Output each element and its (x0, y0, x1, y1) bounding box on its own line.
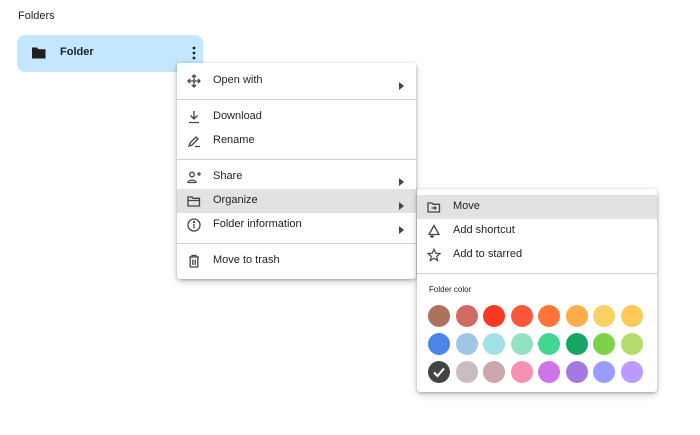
menu-divider (177, 159, 416, 160)
more-vert-icon[interactable] (191, 45, 197, 61)
menu-item-label: Rename (213, 134, 255, 146)
color-swatch[interactable] (593, 361, 615, 383)
menu-item-rename[interactable]: Rename (177, 129, 416, 153)
color-swatch[interactable] (428, 305, 450, 327)
color-swatch[interactable] (455, 333, 478, 355)
info-icon (187, 218, 201, 232)
menu-item-label: Share (213, 170, 243, 182)
folders-heading: Folders (18, 10, 55, 22)
color-swatch[interactable] (428, 361, 450, 383)
color-swatch[interactable] (538, 333, 560, 355)
menu-item-organize[interactable]: Organize (177, 189, 416, 213)
menu-item-download[interactable]: Download (177, 105, 416, 129)
folder-open-icon (187, 194, 201, 208)
color-swatch[interactable] (455, 361, 478, 383)
menu-item-folder-information[interactable]: Folder information (177, 213, 416, 237)
share-icon (187, 170, 201, 184)
chevron-right-icon (399, 173, 404, 186)
color-swatch[interactable] (510, 333, 533, 355)
trash-icon (187, 254, 201, 268)
color-swatch[interactable] (483, 333, 505, 355)
folder-icon (31, 46, 47, 60)
menu-item-label: Organize (213, 194, 258, 206)
menu-item-add-shortcut[interactable]: Add shortcut (417, 219, 657, 243)
menu-item-open-with[interactable]: Open with (177, 69, 416, 93)
menu-divider (417, 273, 657, 274)
chevron-right-icon (399, 197, 404, 210)
move-icon (427, 200, 441, 214)
menu-item-label: Move to trash (213, 254, 280, 266)
chevron-right-icon (399, 77, 404, 90)
folder-name: Folder (60, 46, 94, 58)
color-swatch[interactable] (538, 361, 560, 383)
download-icon (187, 110, 201, 124)
menu-item-label: Folder information (213, 218, 302, 230)
menu-item-move-to-trash[interactable]: Move to trash (177, 249, 416, 273)
color-swatch[interactable] (593, 333, 615, 355)
color-swatch[interactable] (510, 305, 533, 327)
color-swatch[interactable] (620, 333, 643, 355)
color-swatch[interactable] (593, 305, 615, 327)
menu-divider (177, 243, 416, 244)
color-swatch[interactable] (565, 361, 588, 383)
menu-item-label: Download (213, 110, 262, 122)
context-menu: Open with Download Rename Share Organize… (177, 63, 416, 279)
color-swatch[interactable] (455, 305, 478, 327)
color-swatch[interactable] (565, 305, 588, 327)
color-swatch[interactable] (620, 305, 643, 327)
chevron-right-icon (399, 221, 404, 234)
menu-item-label: Add to starred (453, 248, 523, 260)
color-swatch[interactable] (565, 333, 588, 355)
color-swatch[interactable] (538, 305, 560, 327)
color-swatch[interactable] (510, 361, 533, 383)
menu-divider (177, 99, 416, 100)
color-swatch[interactable] (620, 361, 643, 383)
menu-item-add-to-starred[interactable]: Add to starred (417, 243, 657, 267)
rename-icon (187, 134, 201, 148)
menu-item-label: Open with (213, 74, 263, 86)
menu-item-label: Move (453, 200, 480, 212)
color-swatch[interactable] (483, 305, 505, 327)
checkmark-icon (433, 367, 445, 378)
folder-color-label: Folder color (429, 285, 472, 294)
organize-submenu: Move Add shortcut Add to starred Folder … (417, 189, 657, 392)
add-shortcut-icon (427, 224, 441, 239)
color-swatch[interactable] (483, 361, 505, 383)
menu-item-move[interactable]: Move (417, 195, 657, 219)
folder-tile[interactable]: Folder (17, 35, 203, 72)
menu-item-label: Add shortcut (453, 224, 515, 236)
color-swatch[interactable] (428, 333, 450, 355)
star-icon (426, 247, 442, 262)
open-with-icon (187, 74, 201, 88)
menu-item-share[interactable]: Share (177, 165, 416, 189)
